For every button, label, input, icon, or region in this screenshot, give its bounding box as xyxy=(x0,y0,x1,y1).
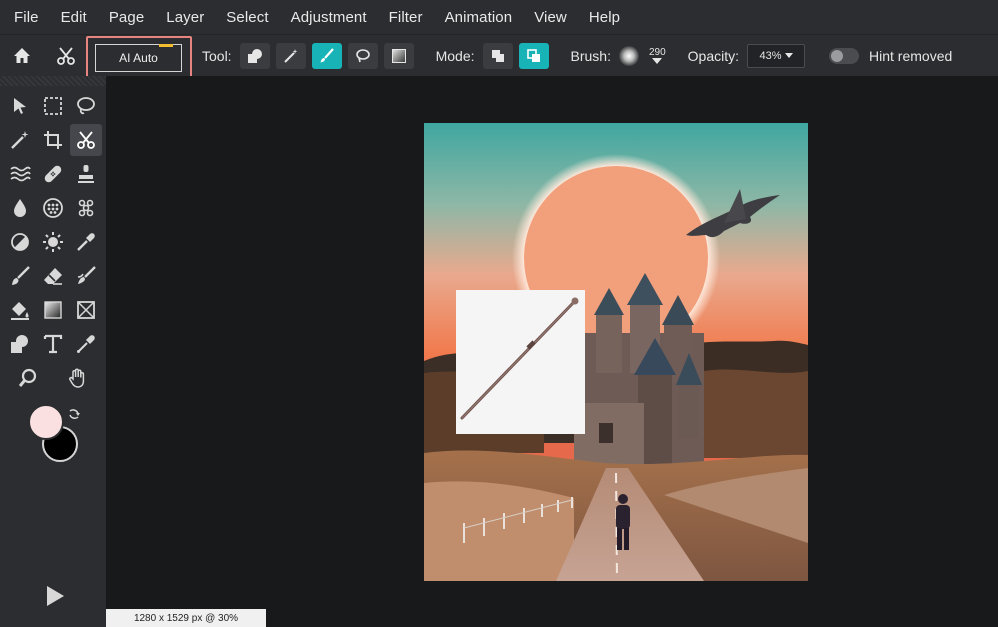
dots-icon[interactable] xyxy=(70,192,102,224)
menu-bar: File Edit Page Layer Select Adjustment F… xyxy=(0,0,998,34)
blur-drop-icon[interactable] xyxy=(4,192,36,224)
photo-editor: File Edit Page Layer Select Adjustment F… xyxy=(0,0,998,627)
ai-auto-button[interactable]: AI Auto xyxy=(95,44,182,72)
toggle-knob xyxy=(831,49,844,62)
heal-icon[interactable] xyxy=(37,158,69,190)
tool-lasso-button[interactable] xyxy=(347,42,378,69)
chevron-down-icon xyxy=(652,58,663,64)
gradient-icon[interactable] xyxy=(37,294,69,326)
ai-auto-highlight: AI Auto xyxy=(86,36,192,78)
magic-wand-icon[interactable] xyxy=(4,124,36,156)
brush-icon[interactable] xyxy=(4,260,36,292)
scissors-icon[interactable] xyxy=(54,44,78,68)
transform-icon[interactable] xyxy=(70,294,102,326)
swap-colors-icon[interactable] xyxy=(67,407,81,421)
new-badge xyxy=(159,44,173,47)
mode-add-button[interactable] xyxy=(518,42,549,69)
scissors-tool-icon[interactable] xyxy=(70,124,102,156)
wand-cutout-layer[interactable] xyxy=(456,290,585,434)
menu-select[interactable]: Select xyxy=(226,9,268,26)
stamp-icon[interactable] xyxy=(70,158,102,190)
opacity-value: 43% xyxy=(759,49,782,62)
menu-page[interactable]: Page xyxy=(109,9,144,26)
tool-gradient-button[interactable] xyxy=(383,42,414,69)
tools-panel xyxy=(0,76,106,627)
chevron-down-icon xyxy=(784,53,793,58)
mode-subtract-button[interactable] xyxy=(482,42,513,69)
lasso-icon[interactable] xyxy=(70,90,102,122)
brush-size-value: 290 xyxy=(648,47,666,58)
menu-layer[interactable]: Layer xyxy=(166,9,204,26)
menu-adjustment[interactable]: Adjustment xyxy=(291,9,367,26)
status-bar: 1280 x 1529 px @ 30% xyxy=(106,609,266,627)
menu-file[interactable]: File xyxy=(14,9,39,26)
image-size-zoom-text: 1280 x 1529 px @ 30% xyxy=(133,612,239,624)
select-arrow-icon[interactable] xyxy=(4,90,36,122)
opacity-label: Opacity: xyxy=(687,47,740,64)
crop-icon[interactable] xyxy=(37,124,69,156)
liquify-icon[interactable] xyxy=(4,158,36,190)
opacity-dropdown[interactable]: 43% xyxy=(747,43,806,68)
tool-brush-button[interactable] xyxy=(311,42,342,69)
brush-size-stepper[interactable]: 290 xyxy=(649,47,666,64)
menu-animation[interactable]: Animation xyxy=(445,9,513,26)
dropper-icon[interactable] xyxy=(70,226,102,258)
sponge-icon[interactable] xyxy=(37,192,69,224)
options-bar: AI Auto Tool: Mode: Brush: 290 Opacity: … xyxy=(0,34,998,78)
dodge-icon[interactable] xyxy=(4,226,36,258)
panel-grip[interactable] xyxy=(0,76,106,86)
wand-image xyxy=(460,297,579,420)
fill-bucket-icon[interactable] xyxy=(4,294,36,326)
brush-label: Brush: xyxy=(570,47,611,64)
foreground-color-swatch[interactable] xyxy=(28,404,64,440)
tool-magic-wand-button[interactable] xyxy=(275,42,306,69)
hint-removed-toggle[interactable] xyxy=(829,47,860,64)
ai-auto-label: AI Auto xyxy=(119,51,158,65)
marquee-icon[interactable] xyxy=(37,90,69,122)
hand-icon[interactable] xyxy=(62,362,94,394)
play-icon[interactable] xyxy=(44,584,66,608)
eraser-icon[interactable] xyxy=(37,260,69,292)
eyedropper-icon[interactable] xyxy=(70,328,102,360)
home-icon[interactable] xyxy=(10,44,34,68)
text-icon[interactable] xyxy=(37,328,69,360)
smudge-icon[interactable] xyxy=(70,260,102,292)
sun-icon[interactable] xyxy=(37,226,69,258)
hint-removed-label: Hint removed xyxy=(869,47,953,64)
tool-shape-button[interactable] xyxy=(239,42,270,69)
tool-label: Tool: xyxy=(202,47,232,64)
menu-view[interactable]: View xyxy=(534,9,567,26)
menu-help[interactable]: Help xyxy=(589,9,620,26)
menu-filter[interactable]: Filter xyxy=(389,9,423,26)
brush-preview-icon[interactable] xyxy=(618,45,639,66)
mode-label: Mode: xyxy=(435,47,475,64)
shape-icon[interactable] xyxy=(4,328,36,360)
menu-edit[interactable]: Edit xyxy=(61,9,87,26)
zoom-icon[interactable] xyxy=(12,362,44,394)
